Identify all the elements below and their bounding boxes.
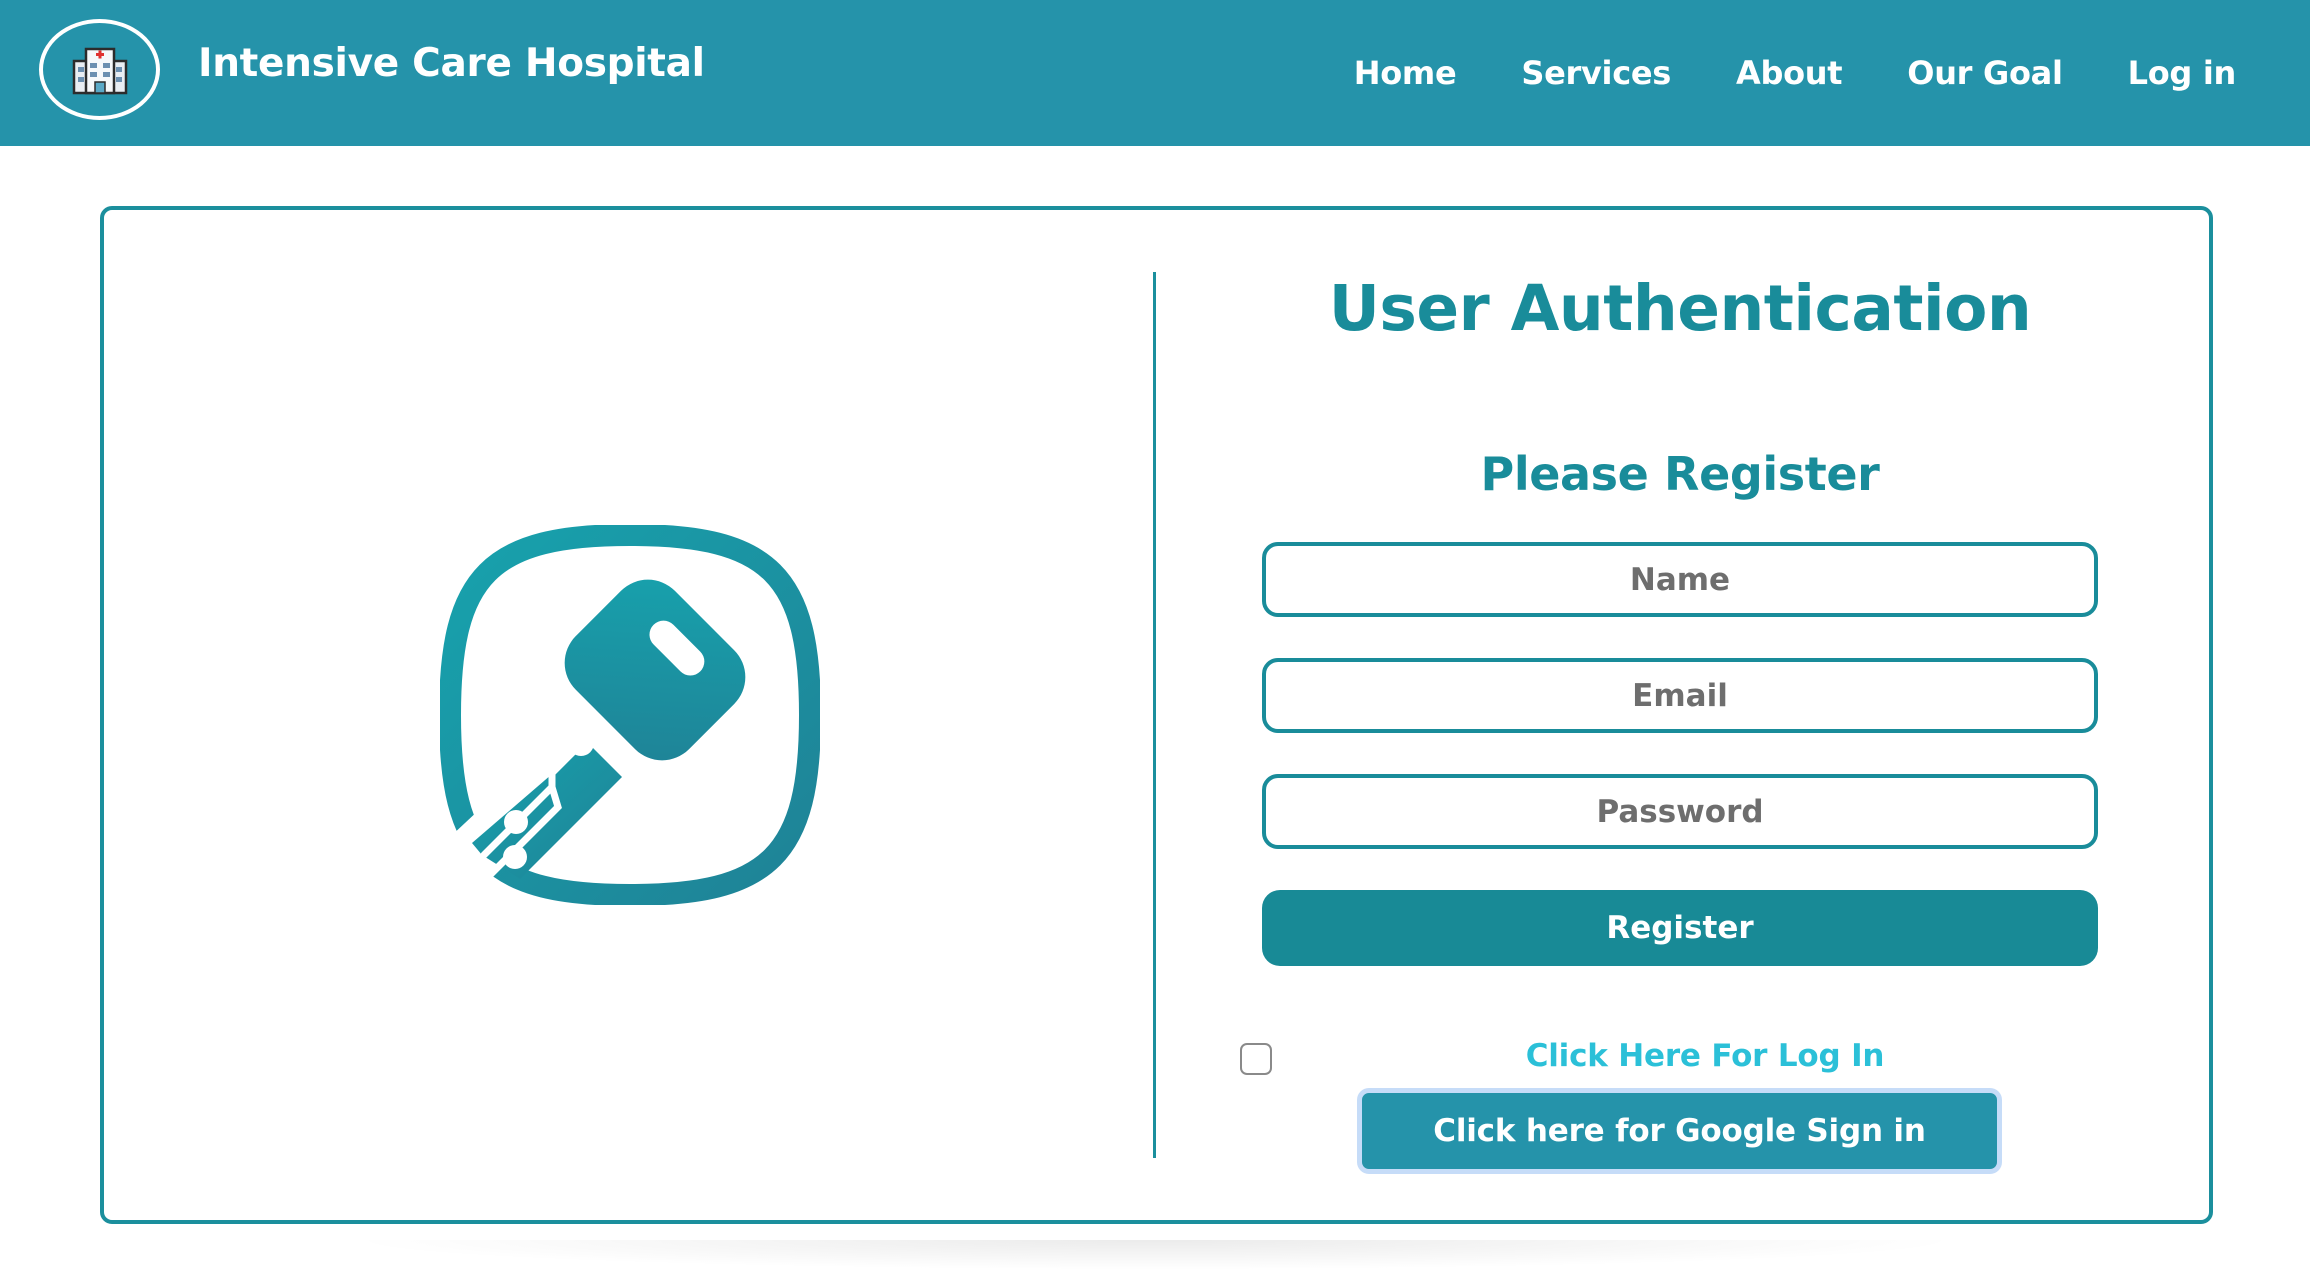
nav-about-link[interactable]: About: [1736, 54, 1843, 92]
bottom-shadow: [340, 1240, 1970, 1270]
register-button[interactable]: Register: [1262, 890, 2098, 966]
login-toggle-checkbox[interactable]: [1240, 1043, 1272, 1075]
nav-login-link[interactable]: Log in: [2128, 54, 2237, 92]
main-nav: Home Services About Our Goal Log in: [1289, 0, 2237, 146]
login-link[interactable]: Click Here For Log In: [1320, 1038, 2090, 1074]
brand-logo[interactable]: [39, 19, 160, 120]
name-field[interactable]: [1262, 542, 2098, 617]
page-title: User Authentication: [1328, 272, 2032, 345]
password-field[interactable]: [1262, 774, 2098, 849]
brand-title[interactable]: Intensive Care Hospital: [198, 41, 705, 86]
nav-services-link[interactable]: Services: [1521, 54, 1671, 92]
card-divider: [1153, 272, 1156, 1158]
top-navbar: Intensive Care Hospital Home Services Ab…: [0, 0, 2310, 146]
register-heading: Please Register: [1480, 447, 1880, 501]
digital-key-icon: [440, 525, 820, 905]
nav-home-link[interactable]: Home: [1354, 54, 1457, 92]
email-field[interactable]: [1262, 658, 2098, 733]
hospital-icon: [72, 47, 127, 94]
google-signin-button[interactable]: Click here for Google Sign in: [1357, 1088, 2002, 1174]
nav-our-goal-link[interactable]: Our Goal: [1907, 54, 2063, 92]
